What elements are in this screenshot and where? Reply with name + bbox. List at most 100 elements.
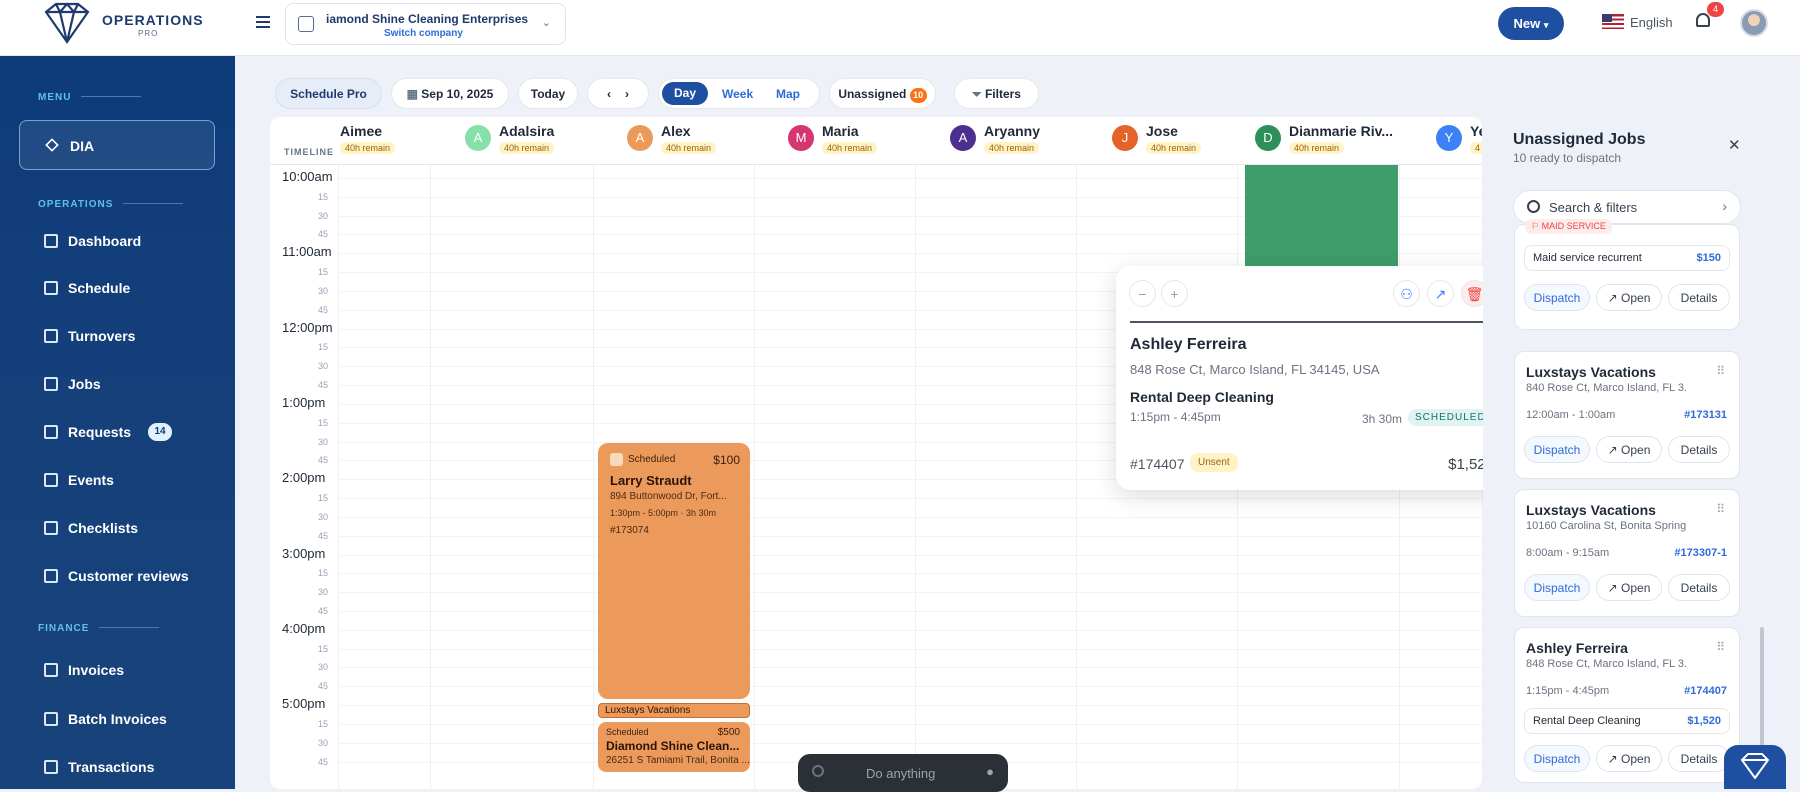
microphone-icon[interactable]: ● <box>986 764 994 779</box>
minus-icon[interactable]: − <box>1129 280 1156 307</box>
dispatch-button[interactable]: Dispatch <box>1524 574 1590 601</box>
diamond-logo-icon <box>1740 753 1770 779</box>
dispatch-button[interactable]: Dispatch <box>1524 284 1590 311</box>
sidebar-item-jobs[interactable]: Jobs <box>42 373 222 397</box>
plus-icon[interactable]: + <box>1161 280 1188 307</box>
sidebar-item-checklists[interactable]: Checklists <box>42 517 222 541</box>
view-switcher: Day Week Map <box>658 78 820 109</box>
service-duration: 3h 30m <box>1362 412 1403 426</box>
menu-section-label: MENU <box>38 92 142 103</box>
assign-users-icon[interactable]: ⚇ <box>1393 280 1420 307</box>
details-button[interactable]: Details <box>1668 574 1730 601</box>
employee-avatar: J <box>1112 125 1138 151</box>
details-button[interactable]: Details <box>1668 284 1730 311</box>
user-avatar[interactable] <box>1740 9 1768 37</box>
view-map-tab[interactable]: Map <box>776 79 800 109</box>
employee-avatar: A <box>950 125 976 151</box>
client-name: Ashley Ferreira <box>1130 336 1247 353</box>
company-switcher[interactable]: iamond Shine Cleaning Enterprises Switch… <box>285 3 566 45</box>
hours-remaining-badge: 40h remain <box>984 142 1040 154</box>
card-time: 1:15pm - 4:45pm <box>1526 685 1610 697</box>
hamburger-menu-icon[interactable] <box>252 13 274 35</box>
dispatch-button[interactable]: Dispatch <box>1524 745 1590 772</box>
minute-label: 30 <box>318 587 329 598</box>
today-button[interactable]: Today <box>518 78 578 109</box>
view-day-tab[interactable]: Day <box>662 82 708 105</box>
sidebar-item-requests[interactable]: Requests 14 <box>42 421 222 445</box>
minute-label: 45 <box>318 530 329 541</box>
flag-icon: ⚐ <box>1531 221 1542 231</box>
unassigned-button[interactable]: Unassigned 10 <box>829 78 936 109</box>
grid-line <box>338 648 1482 650</box>
card-title: Luxstays Vacations <box>1526 502 1656 518</box>
minute-label: 15 <box>318 718 329 729</box>
chat-icon <box>44 569 58 583</box>
sidebar-item-label: Schedule <box>68 280 131 296</box>
open-button[interactable]: ↗ Open <box>1596 745 1662 772</box>
sidebar-item-dashboard[interactable]: Dashboard <box>42 230 222 254</box>
new-button[interactable]: New ▾ <box>1498 7 1564 40</box>
sidebar-item-dia[interactable]: DIA <box>19 120 215 170</box>
unassigned-job-card[interactable]: Luxstays Vacations ⠿ 840 Rose Ct, Marco Is… <box>1514 351 1740 479</box>
minute-label: 30 <box>318 361 329 372</box>
sidebar-item-label: Transactions <box>68 759 155 775</box>
employee-avatar: A <box>627 125 653 151</box>
drag-handle-icon[interactable]: ⠿ <box>1716 364 1725 378</box>
dispatch-button[interactable]: Dispatch <box>1524 436 1590 463</box>
open-button[interactable]: ↗ Open <box>1596 284 1662 311</box>
view-week-tab[interactable]: Week <box>722 79 753 109</box>
hours-remaining-badge: 40h remain <box>661 142 717 154</box>
assistant-bar[interactable]: Do anything ● <box>798 754 1008 792</box>
column-divider <box>593 165 594 789</box>
service-name: Maid service recurrent <box>1533 252 1642 264</box>
open-button[interactable]: ↗ Open <box>1596 574 1662 601</box>
service-name: Rental Deep Cleaning <box>1130 389 1274 405</box>
employee-avatar: D <box>1255 125 1281 151</box>
sidebar-item-events[interactable]: Events <box>42 469 222 493</box>
minute-label: 30 <box>318 511 329 522</box>
employee-name: Alex <box>661 123 691 139</box>
dashboard-icon <box>44 234 58 248</box>
job-card-diamond-shine[interactable]: Scheduled $500 Diamond Shine Clean... 26… <box>598 722 750 772</box>
minute-label: 45 <box>318 605 329 616</box>
details-button[interactable]: Details <box>1668 745 1730 772</box>
notifications-bell-icon[interactable]: 4 <box>1693 2 1724 34</box>
filters-button[interactable]: ⏷ Filters <box>954 78 1039 109</box>
details-button[interactable]: Details <box>1668 436 1730 463</box>
open-external-icon[interactable]: ↗ <box>1427 280 1454 307</box>
sidebar-item-batch-invoices[interactable]: Batch Invoices <box>42 708 222 732</box>
brand-name: OPERATIONS <box>102 12 204 28</box>
sidebar-item-turnovers[interactable]: Turnovers <box>42 325 222 349</box>
unassigned-job-card[interactable]: Luxstays Vacations ⠿ 10160 Carolina St, Bo… <box>1514 489 1740 617</box>
calendar-check-icon <box>610 453 623 466</box>
unassigned-job-card[interactable]: Ashley Ferreira ⠿ 848 Rose Ct, Marco Islan… <box>1514 627 1740 783</box>
schedule-pro-button[interactable]: Schedule Pro <box>275 78 382 109</box>
unassigned-card-maid[interactable]: ⚐ MAID SERVICE Maid service recurrent $1… <box>1514 219 1740 330</box>
job-details-popover: − + ⚇ ↗ 🗑 Ashley Ferreira 848 Rose Ct, M… <box>1116 266 1508 490</box>
sidebar-item-invoices[interactable]: Invoices <box>42 659 222 683</box>
sidebar-item-transactions[interactable]: Transactions <box>42 756 222 780</box>
job-card-luxstays[interactable]: Luxstays Vacations <box>598 703 750 718</box>
sidebar-item-schedule[interactable]: Schedule <box>42 277 222 301</box>
minute-label: 15 <box>318 191 329 202</box>
date-picker[interactable]: ▦ Sep 10, 2025 <box>391 78 509 109</box>
language-selector[interactable]: English <box>1602 14 1682 34</box>
drag-handle-icon[interactable]: ⠿ <box>1716 640 1725 654</box>
event-title: Diamond Shine Clean... <box>606 739 740 753</box>
finance-section-label: FINANCE <box>38 623 160 634</box>
diamond-chat-launcher[interactable] <box>1724 745 1786 789</box>
open-button[interactable]: ↗ Open <box>1596 436 1662 463</box>
grid-line <box>338 554 1482 556</box>
drag-handle-icon[interactable]: ⠿ <box>1716 502 1725 516</box>
switch-company-link[interactable]: Switch company <box>384 28 463 39</box>
minute-label: 15 <box>318 342 329 353</box>
sidebar-item-customer-reviews[interactable]: Customer reviews <box>42 565 222 589</box>
diamond-icon <box>45 138 59 152</box>
close-icon[interactable]: ✕ <box>1728 136 1741 154</box>
job-card-larry-straudt[interactable]: Scheduled $100 Larry Straudt 894 Buttonw… <box>598 443 750 699</box>
calendar-icon <box>44 281 58 295</box>
next-day-icon[interactable]: › <box>625 87 629 101</box>
brand-logo[interactable]: OPERATIONS PRO <box>40 2 240 48</box>
prev-day-icon[interactable]: ‹ <box>607 87 611 101</box>
hours-remaining-badge: 40h remain <box>499 142 555 154</box>
